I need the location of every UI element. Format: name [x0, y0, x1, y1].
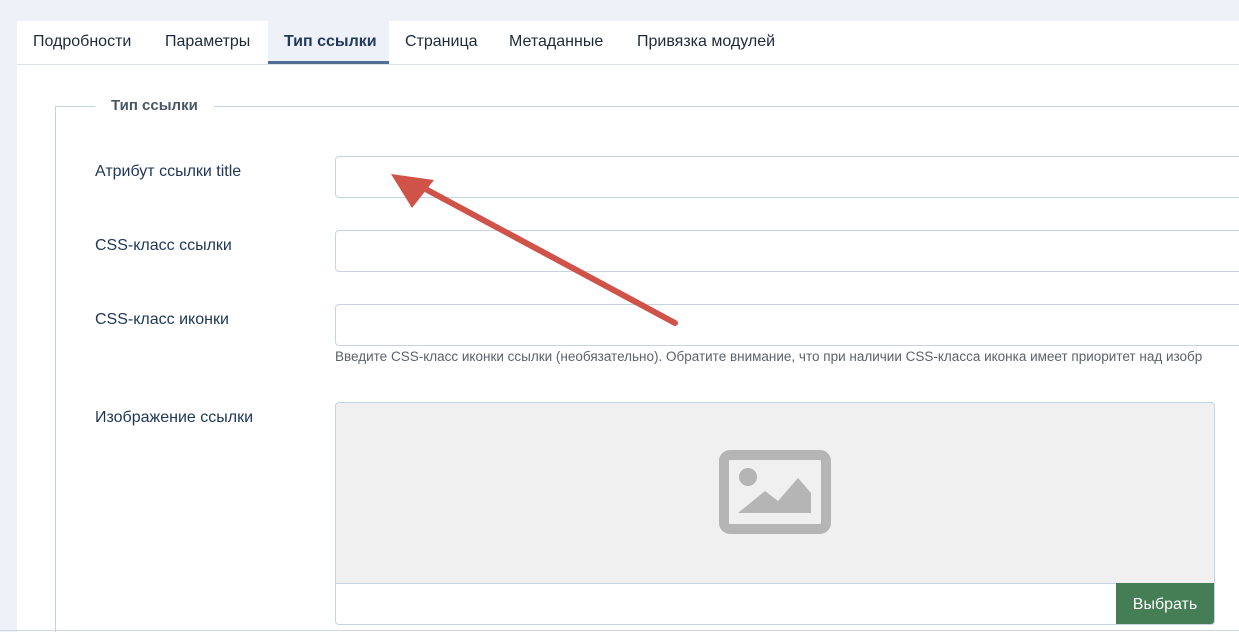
bottom-divider — [0, 630, 1239, 631]
icon-css-class-hint: Введите CSS-класс иконки ссылки (необяза… — [335, 349, 1203, 364]
image-path-input[interactable] — [336, 583, 1117, 624]
title-attribute-label: Атрибут ссылки title — [95, 163, 242, 180]
icon-css-class-label: CSS-класс иконки — [95, 311, 229, 328]
menu-item-edit-panel: Подробности Параметры Тип ссылки Страниц… — [17, 21, 1239, 632]
link-image-label: Изображение ссылки — [95, 409, 254, 426]
select-image-button[interactable]: Выбрать — [1116, 583, 1214, 624]
fieldset-legend: Тип ссылки — [95, 96, 214, 116]
icon-css-class-input[interactable] — [335, 304, 1239, 346]
link-css-class-label: CSS-класс ссылки — [95, 237, 232, 254]
tab-module-assignment[interactable]: Привязка модулей — [621, 21, 801, 64]
tab-details[interactable]: Подробности — [17, 21, 149, 64]
link-css-class-input[interactable] — [335, 230, 1239, 272]
tab-bar: Подробности Параметры Тип ссылки Страниц… — [17, 21, 1239, 65]
tab-metadata[interactable]: Метаданные — [493, 21, 621, 64]
tab-link-type[interactable]: Тип ссылки — [268, 21, 389, 64]
tab-page[interactable]: Страница — [389, 21, 493, 64]
title-attribute-input[interactable] — [335, 156, 1239, 198]
image-media-field: Выбрать — [335, 402, 1215, 625]
image-placeholder-icon — [719, 450, 831, 539]
tab-parameters[interactable]: Параметры — [149, 21, 268, 64]
